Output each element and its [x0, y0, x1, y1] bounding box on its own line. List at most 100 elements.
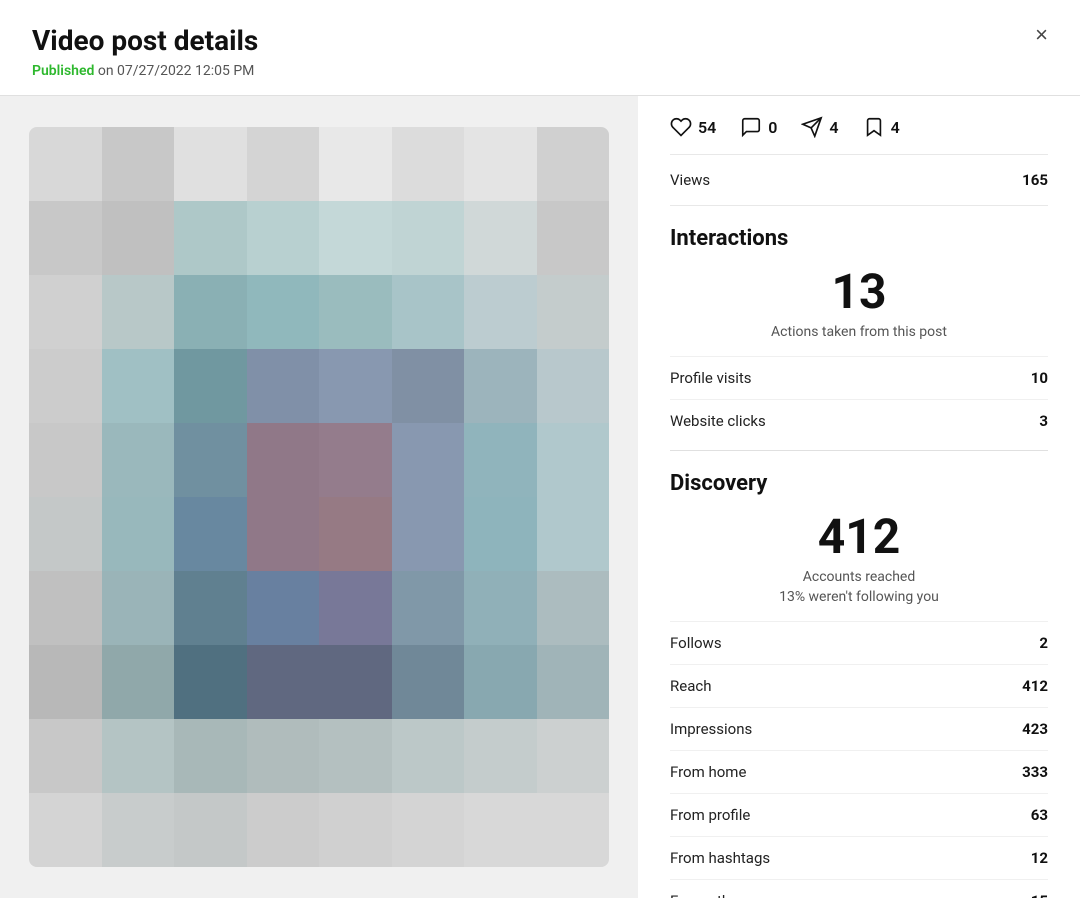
publish-date-value: on 07/27/2022 12:05 PM [98, 63, 255, 79]
pixel-cell [174, 201, 247, 275]
pixel-cell [174, 645, 247, 719]
stat-row: From profile 63 [670, 793, 1048, 836]
pixel-cell [29, 571, 102, 645]
pixel-cell [247, 423, 320, 497]
shares-value: 4 [829, 118, 838, 137]
comments-value: 0 [768, 118, 777, 137]
pixel-cell [102, 497, 175, 571]
shares-stat: 4 [801, 116, 838, 138]
stat-row: Follows 2 [670, 621, 1048, 664]
stat-row-label: From profile [670, 806, 750, 824]
pixel-cell [319, 127, 392, 201]
stat-row-label: Impressions [670, 720, 752, 738]
pixel-cell [464, 423, 537, 497]
pixel-cell [464, 571, 537, 645]
published-label: Published [32, 63, 94, 79]
bookmark-icon [863, 116, 885, 138]
stat-row: Profile visits 10 [670, 356, 1048, 399]
discovery-section: Discovery 412 Accounts reached 13% weren… [670, 471, 1048, 898]
stat-row: From other 15 [670, 879, 1048, 898]
pixel-cell [319, 571, 392, 645]
pixel-cell [29, 127, 102, 201]
pixel-cell [174, 571, 247, 645]
pixel-cell [392, 275, 465, 349]
pixel-cell [29, 719, 102, 793]
stats-icons-row: 54 0 4 4 [670, 96, 1048, 155]
pixel-cell [247, 127, 320, 201]
pixel-cell [102, 127, 175, 201]
pixel-cell [392, 201, 465, 275]
stat-row-value: 3 [1039, 412, 1048, 430]
section-divider [670, 450, 1048, 451]
pixel-cell [247, 349, 320, 423]
pixel-cell [464, 201, 537, 275]
left-panel [0, 96, 638, 898]
stat-row-label: Website clicks [670, 412, 766, 430]
pixel-cell [247, 497, 320, 571]
comments-stat: 0 [740, 116, 777, 138]
views-row: Views 165 [670, 155, 1048, 206]
pixel-cell [319, 719, 392, 793]
interactions-big-number: 13 [670, 263, 1048, 320]
pixel-cell [174, 349, 247, 423]
pixel-cell [174, 497, 247, 571]
pixel-cell [29, 423, 102, 497]
pixel-cell [102, 201, 175, 275]
pixel-cell [102, 275, 175, 349]
pixel-cell [247, 719, 320, 793]
stat-row-value: 63 [1031, 806, 1048, 824]
pixel-cell [392, 719, 465, 793]
stat-row-value: 12 [1031, 849, 1048, 867]
publish-date: Published on 07/27/2022 12:05 PM [32, 63, 1048, 79]
pixel-cell [392, 127, 465, 201]
stat-row: Website clicks 3 [670, 399, 1048, 442]
bookmarks-value: 4 [891, 118, 900, 137]
pixel-cell [29, 793, 102, 867]
pixel-cell [392, 423, 465, 497]
views-value: 165 [1022, 171, 1048, 189]
pixel-cell [319, 645, 392, 719]
pixel-cell [537, 497, 610, 571]
pixel-cell [464, 793, 537, 867]
stat-row-label: From other [670, 892, 743, 898]
pixel-cell [174, 423, 247, 497]
pixel-cell [247, 793, 320, 867]
stat-row: Reach 412 [670, 664, 1048, 707]
pixel-cell [392, 349, 465, 423]
pixel-cell [392, 571, 465, 645]
pixel-cell [319, 497, 392, 571]
close-button[interactable]: × [1035, 24, 1048, 46]
main-content: 54 0 4 4 [0, 96, 1080, 898]
pixel-cell [464, 127, 537, 201]
pixel-cell [102, 719, 175, 793]
pixel-cell [247, 201, 320, 275]
stat-row-value: 412 [1022, 677, 1048, 695]
pixel-cell [102, 793, 175, 867]
stat-row-value: 423 [1022, 720, 1048, 738]
stat-row-label: From home [670, 763, 746, 781]
pixel-cell [319, 349, 392, 423]
right-panel: 54 0 4 4 [638, 96, 1080, 898]
stat-row: From home 333 [670, 750, 1048, 793]
pixel-cell [464, 349, 537, 423]
discovery-big-number: 412 [670, 508, 1048, 565]
pixel-cell [174, 793, 247, 867]
pixel-cell [319, 275, 392, 349]
pixel-cell [247, 275, 320, 349]
stat-row-value: 2 [1039, 634, 1048, 652]
stat-row: From hashtags 12 [670, 836, 1048, 879]
pixel-cell [464, 275, 537, 349]
likes-value: 54 [698, 118, 716, 137]
pixel-cell [537, 793, 610, 867]
stat-row-label: Follows [670, 634, 722, 652]
pixel-cell [392, 645, 465, 719]
pixel-cell [537, 275, 610, 349]
pixel-cell [537, 201, 610, 275]
pixel-cell [392, 497, 465, 571]
pixel-cell [174, 127, 247, 201]
pixel-cell [537, 349, 610, 423]
pixel-cell [319, 423, 392, 497]
pixel-cell [464, 497, 537, 571]
interactions-big-label: Actions taken from this post [670, 324, 1048, 340]
interactions-rows: Profile visits 10 Website clicks 3 [670, 356, 1048, 442]
